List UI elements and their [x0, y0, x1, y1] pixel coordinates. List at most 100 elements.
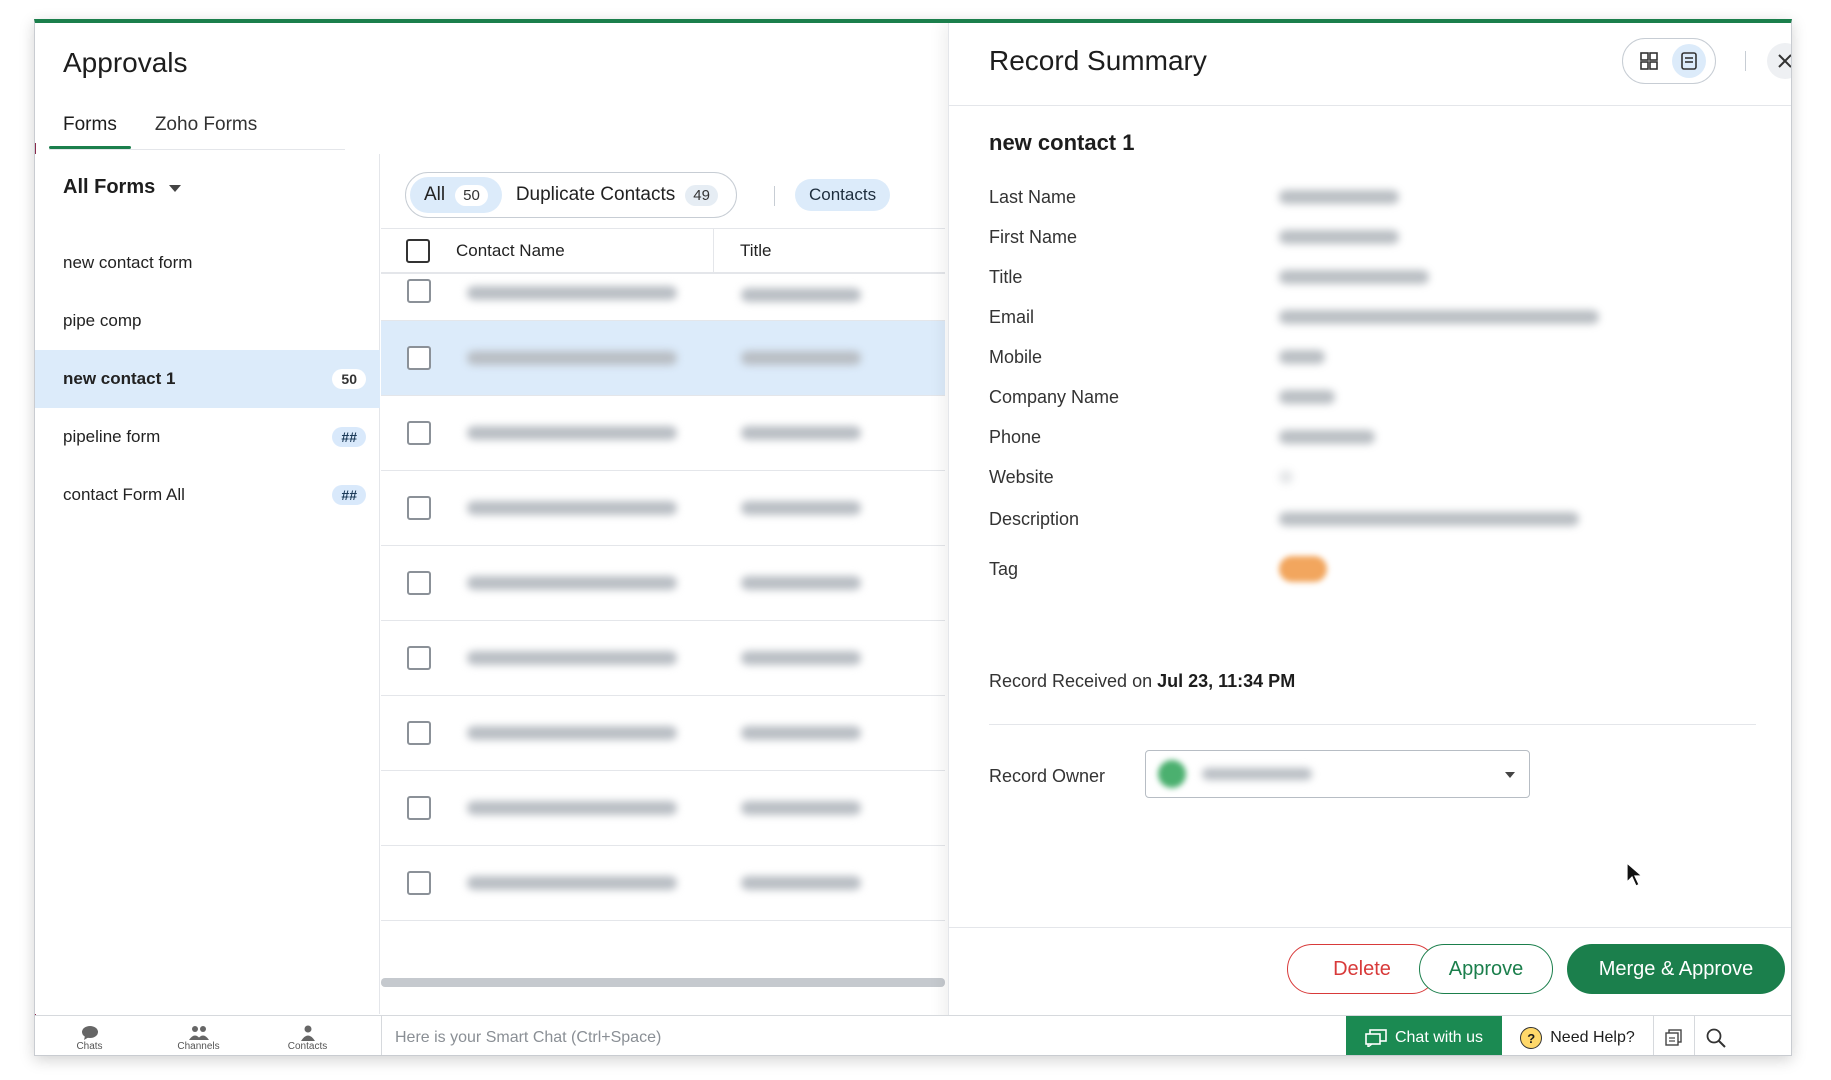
column-title[interactable]: Title	[740, 241, 772, 261]
received-prefix: Record Received on	[989, 671, 1153, 691]
close-icon	[1778, 54, 1791, 68]
notes-button[interactable]	[1654, 1016, 1695, 1055]
panel-title: Record Summary	[989, 45, 1207, 76]
field-website: Website	[989, 457, 1749, 497]
need-help-label: Need Help?	[1550, 1029, 1635, 1046]
blurred-contact-name	[467, 351, 677, 365]
chat-with-us-label: Chat with us	[1394, 1029, 1484, 1046]
row-checkbox[interactable]	[407, 721, 431, 745]
blurred-owner-name	[1202, 768, 1312, 780]
mouse-cursor-icon	[1626, 862, 1644, 887]
row-checkbox[interactable]	[407, 796, 431, 820]
avatar	[1158, 760, 1186, 788]
table-row[interactable]	[381, 696, 945, 771]
table-body	[381, 276, 945, 921]
record-received: Record Received on Jul 23, 11:34 PM	[989, 671, 1295, 692]
filter-duplicate-contacts[interactable]: Duplicate Contacts 49	[502, 177, 732, 213]
select-all-checkbox[interactable]	[406, 238, 430, 263]
blurred-value	[1279, 350, 1325, 364]
column-contact-name[interactable]: Contact Name	[456, 227, 714, 274]
filter-all[interactable]: All 50	[410, 177, 502, 213]
sidebar-item-label: new contact form	[63, 253, 193, 272]
blurred-title	[741, 288, 861, 302]
sidebar-item-label: new contact 1	[63, 369, 176, 388]
blurred-value	[1279, 270, 1429, 284]
sidebar-item-contact-form-all[interactable]: contact Form All ##	[35, 466, 380, 524]
blurred-contact-name	[467, 726, 677, 740]
nav-contacts[interactable]: Contacts	[253, 1016, 362, 1055]
header-separator	[1745, 51, 1746, 71]
search-icon	[1706, 1028, 1726, 1048]
blurred-title	[741, 576, 861, 590]
row-checkbox[interactable]	[407, 571, 431, 595]
module-chip-contacts[interactable]: Contacts	[795, 179, 891, 211]
received-date: Jul 23, 11:34 PM	[1157, 671, 1296, 691]
tab-zoho-forms[interactable]: Zoho Forms	[141, 105, 271, 149]
smart-chat-input[interactable]: Here is your Smart Chat (Ctrl+Space)	[381, 1016, 1346, 1055]
table-row[interactable]	[381, 846, 945, 921]
blurred-title	[741, 726, 861, 740]
blurred-title	[741, 426, 861, 440]
row-checkbox[interactable]	[407, 346, 431, 370]
channels-icon	[188, 1025, 209, 1041]
row-checkbox[interactable]	[407, 496, 431, 520]
sidebar-item-pipeline-form[interactable]: pipeline form ##	[35, 408, 380, 466]
sidebar-item-new-contact-form[interactable]: new contact form	[35, 234, 380, 292]
contacts-icon	[298, 1025, 318, 1041]
table-row[interactable]	[381, 276, 945, 321]
row-checkbox[interactable]	[407, 421, 431, 445]
chat-with-us-button[interactable]: Chat with us	[1346, 1016, 1502, 1055]
filter-all-count: 50	[455, 184, 488, 206]
document-icon	[1681, 52, 1697, 70]
table-row[interactable]	[381, 471, 945, 546]
tab-forms[interactable]: Forms	[49, 105, 131, 149]
records-list: All 50 Duplicate Contacts 49 Contacts Co…	[381, 154, 945, 1014]
delete-button[interactable]: Delete	[1287, 944, 1437, 994]
blurred-value	[1279, 430, 1375, 444]
field-label: First Name	[989, 226, 1078, 247]
nav-channels[interactable]: Channels	[144, 1016, 253, 1055]
table-row[interactable]	[381, 321, 945, 396]
blurred-contact-name	[467, 501, 677, 515]
blurred-contact-name	[467, 286, 677, 300]
need-help-button[interactable]: ? Need Help?	[1502, 1016, 1654, 1055]
section-divider	[989, 724, 1756, 725]
field-label: Company Name	[989, 386, 1120, 407]
close-button[interactable]	[1767, 43, 1791, 79]
field-title: Title	[989, 257, 1749, 297]
search-button[interactable]	[1695, 1016, 1736, 1055]
nav-chats[interactable]: Chats	[35, 1016, 144, 1055]
approve-button[interactable]: Approve	[1419, 944, 1553, 994]
grid-view-button[interactable]	[1632, 44, 1666, 78]
table-row[interactable]	[381, 621, 945, 696]
field-phone: Phone	[989, 417, 1749, 457]
merge-approve-button[interactable]: Merge & Approve	[1567, 944, 1785, 994]
count-badge: 50	[332, 369, 366, 389]
count-badge: ##	[332, 427, 366, 447]
question-icon: ?	[1520, 1027, 1543, 1049]
sidebar-item-new-contact-1[interactable]: new contact 1 50	[35, 350, 380, 408]
sidebar-item-label: pipeline form	[63, 427, 161, 446]
record-name: new contact 1	[989, 130, 1135, 155]
blurred-contact-name	[467, 576, 677, 590]
filter-duplicate-count: 49	[685, 184, 718, 206]
field-email: Email	[989, 297, 1749, 337]
field-mobile: Mobile	[989, 337, 1749, 377]
chat-icon	[80, 1025, 100, 1041]
filter-all-label: All	[424, 184, 446, 205]
blurred-tag	[1279, 556, 1327, 582]
record-owner-select[interactable]	[1145, 750, 1530, 798]
summary-view-button[interactable]	[1672, 44, 1706, 78]
all-forms-dropdown[interactable]: All Forms	[63, 176, 182, 199]
blurred-value	[1279, 512, 1579, 526]
blurred-value	[1279, 310, 1599, 324]
table-row[interactable]	[381, 546, 945, 621]
row-checkbox[interactable]	[407, 279, 431, 303]
row-checkbox[interactable]	[407, 646, 431, 670]
all-forms-label: All Forms	[63, 176, 156, 198]
horizontal-scrollbar[interactable]	[381, 978, 945, 987]
row-checkbox[interactable]	[407, 871, 431, 895]
table-row[interactable]	[381, 396, 945, 471]
sidebar-item-pipe-comp[interactable]: pipe comp	[35, 292, 380, 350]
table-row[interactable]	[381, 771, 945, 846]
